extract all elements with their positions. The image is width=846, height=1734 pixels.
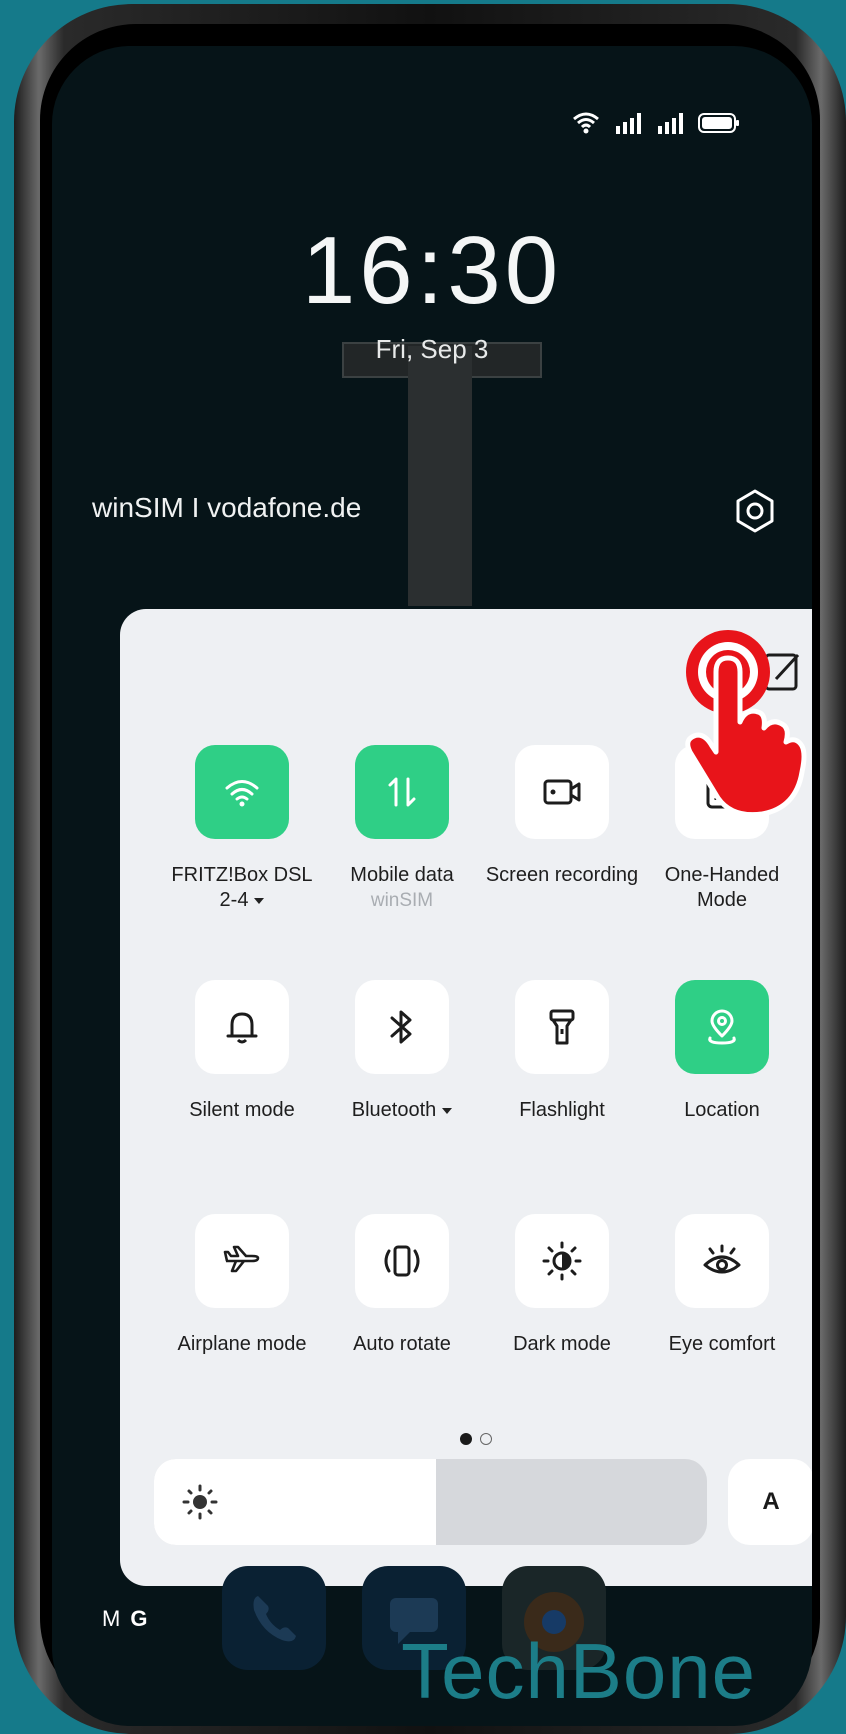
flashlight-toggle[interactable] xyxy=(515,980,609,1074)
airplane-mode-toggle[interactable] xyxy=(195,1214,289,1308)
tile-flashlight[interactable]: Flashlight xyxy=(482,980,642,1123)
dark-mode-toggle[interactable] xyxy=(515,1214,609,1308)
bluetooth-toggle[interactable] xyxy=(355,980,449,1074)
tile-label: FRITZ!Box DSL 2-4 xyxy=(171,864,313,911)
tile-label: One-Handed Mode xyxy=(664,864,780,911)
rotate-icon xyxy=(384,1245,420,1277)
tile-airplane-mode[interactable]: Airplane mode xyxy=(162,1214,322,1357)
tile-label: Flashlight xyxy=(519,1099,605,1121)
tile-label: Screen recording xyxy=(485,864,639,886)
lockscreen-clock: 16:30 xyxy=(301,217,563,324)
tile-label: Silent mode xyxy=(189,1099,295,1121)
wifi-toggle[interactable] xyxy=(195,745,289,839)
page-dot-inactive[interactable] xyxy=(480,1433,492,1445)
tap-hand-icon xyxy=(685,630,807,818)
signal-sim1-icon xyxy=(616,113,641,134)
signal-sim2-icon xyxy=(658,113,683,134)
flashlight-icon xyxy=(549,1009,575,1045)
tile-eye-comfort[interactable]: Eye comfort xyxy=(642,1214,802,1357)
phone-icon xyxy=(253,1596,296,1642)
arrows-updown-icon xyxy=(388,777,416,807)
notification-icons: M G xyxy=(102,1606,147,1632)
wallpaper-shape xyxy=(408,346,472,606)
eye-icon xyxy=(703,1244,741,1274)
tile-label: Airplane mode xyxy=(177,1333,307,1355)
bluetooth-icon xyxy=(390,1010,412,1044)
wifi-icon xyxy=(573,112,599,134)
tile-label: Dark mode xyxy=(513,1333,611,1355)
airplane-icon xyxy=(223,1245,260,1273)
screen-record-icon xyxy=(543,779,581,805)
wifi-icon xyxy=(225,780,259,807)
tile-dark-mode[interactable]: Dark mode xyxy=(482,1214,642,1357)
auto-brightness-button[interactable]: A xyxy=(728,1459,812,1545)
tile-bluetooth[interactable]: Bluetooth xyxy=(322,980,482,1123)
battery-icon xyxy=(698,113,739,133)
gmail-notification-icon: M xyxy=(102,1606,121,1631)
phone-screen: 16:30 Fri, Sep 3 winSIM I vodafone.de FR… xyxy=(52,46,812,1726)
tile-location[interactable]: Location xyxy=(642,980,802,1123)
tile-label: Location xyxy=(684,1099,760,1121)
tile-sublabel: winSIM xyxy=(370,890,434,911)
location-toggle[interactable] xyxy=(675,980,769,1074)
bell-icon xyxy=(226,1012,258,1044)
tile-label: Mobile data xyxy=(350,864,454,886)
tile-auto-rotate[interactable]: Auto rotate xyxy=(322,1214,482,1357)
auto-rotate-toggle[interactable] xyxy=(355,1214,449,1308)
brightness-slider[interactable] xyxy=(154,1459,707,1545)
tile-label: Auto rotate xyxy=(353,1333,451,1355)
watermark: TechBone xyxy=(401,1627,756,1715)
tile-screen-recording[interactable]: Screen recording xyxy=(482,745,642,888)
brightness-sun-icon xyxy=(182,1484,218,1520)
dark-mode-icon xyxy=(542,1241,582,1281)
tile-label: Eye comfort xyxy=(668,1333,776,1355)
google-notification-icon: G xyxy=(130,1606,148,1631)
location-icon xyxy=(708,1009,736,1045)
silent-mode-toggle[interactable] xyxy=(195,980,289,1074)
status-bar xyxy=(572,110,740,134)
tile-silent-mode[interactable]: Silent mode xyxy=(162,980,322,1123)
tile-label: Bluetooth xyxy=(322,1098,482,1123)
dropdown-caret-icon[interactable] xyxy=(442,1107,453,1114)
mobile-data-toggle[interactable] xyxy=(355,745,449,839)
carrier-name: winSIM I vodafone.de xyxy=(92,492,362,523)
page-dot-active[interactable] xyxy=(460,1433,472,1445)
dock-phone-app[interactable] xyxy=(222,1566,326,1670)
screen-recording-toggle[interactable] xyxy=(515,745,609,839)
lockscreen-date: Fri, Sep 3 xyxy=(375,334,489,364)
eye-comfort-toggle[interactable] xyxy=(675,1214,769,1308)
settings-gear-icon[interactable] xyxy=(732,488,778,534)
dropdown-caret-icon[interactable] xyxy=(254,897,265,904)
tile-mobile-data[interactable]: Mobile data winSIM xyxy=(322,745,482,914)
tile-wifi[interactable]: FRITZ!Box DSL 2-4 xyxy=(162,745,322,913)
page-indicator xyxy=(460,1433,492,1445)
